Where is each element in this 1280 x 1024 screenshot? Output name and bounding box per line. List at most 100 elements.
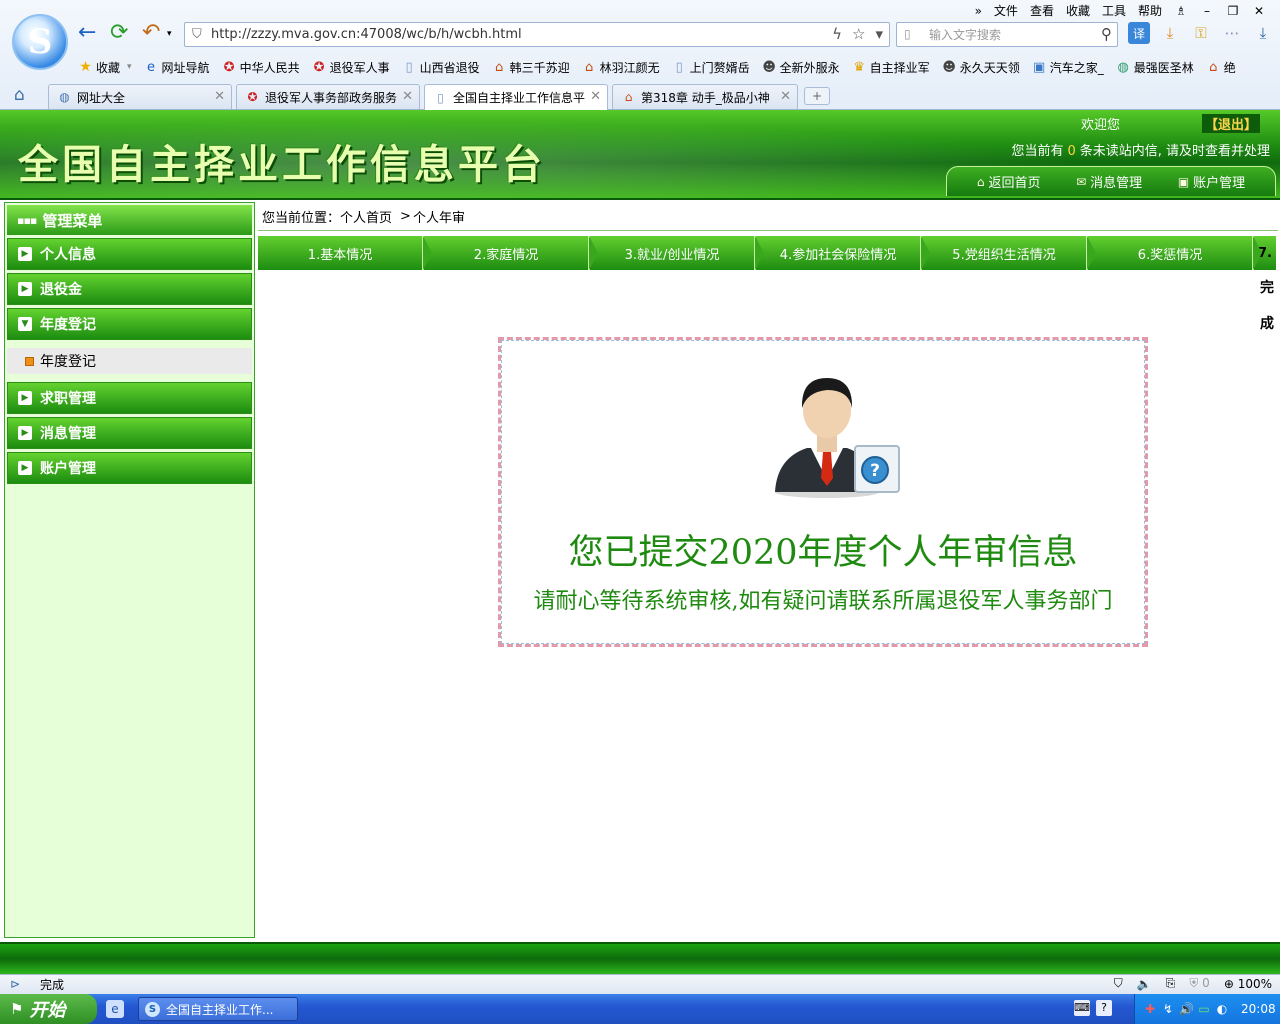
- close-tab-icon[interactable]: ✕: [402, 89, 413, 104]
- volume-icon[interactable]: 🔊: [1179, 1002, 1194, 1016]
- account-icon: ▣: [1177, 174, 1190, 189]
- refresh-icon[interactable]: ⟳: [110, 22, 128, 44]
- favorite-link[interactable]: e 网址导航: [144, 59, 210, 76]
- search-placeholder: 输入文字搜索: [929, 28, 1002, 42]
- sidebar-item-account-management[interactable]: ▶ 账户管理: [7, 452, 252, 484]
- start-button[interactable]: ⚑ 开始: [0, 994, 97, 1024]
- nav-account-link[interactable]: ▣ 账户管理: [1177, 172, 1245, 192]
- unread-notice: 您当前有 0 条未读站内信, 请及时查看并处理: [1011, 144, 1270, 159]
- menu-help[interactable]: 帮助: [1138, 2, 1162, 19]
- site-title: 全国自主择业工作信息平台: [18, 142, 546, 188]
- tab-url-directory[interactable]: ◍ 网址大全 ✕: [48, 84, 232, 109]
- keyboard-icon[interactable]: ⌨: [1074, 1000, 1090, 1016]
- browser-toolbar-icons: 译 ⤓ ⚿ ⋯ ⤓: [1128, 22, 1274, 44]
- sidebar-item-message-management[interactable]: ▶ 消息管理: [7, 417, 252, 449]
- breadcrumb-home-link[interactable]: 个人首页: [340, 207, 392, 226]
- skin-icon[interactable]: ♗: [1174, 4, 1188, 18]
- favorite-link[interactable]: ✪ 退役军人事: [312, 59, 390, 76]
- step-basic-info[interactable]: 1.基本情况: [258, 236, 432, 270]
- favorite-link[interactable]: ☻ 全新外服永: [762, 59, 840, 76]
- close-tab-icon[interactable]: ✕: [214, 89, 225, 104]
- unread-count[interactable]: 0: [1067, 144, 1075, 159]
- close-tab-icon[interactable]: ✕: [780, 89, 791, 104]
- sidebar-subitem-annual-registration[interactable]: 年度登记: [7, 348, 252, 374]
- security-shield-icon: ⛉: [192, 27, 202, 42]
- chevron-down-icon: ▾: [127, 62, 132, 72]
- screenshot-icon[interactable]: ⤓: [1159, 22, 1181, 44]
- home-icon[interactable]: ⌂: [14, 85, 25, 105]
- undo-dropdown-chevron-icon[interactable]: ▾: [167, 29, 172, 39]
- sidebar-item-job-management[interactable]: ▶ 求职管理: [7, 382, 252, 414]
- sidebar-item-retirement-pay[interactable]: ▶ 退役金: [7, 273, 252, 305]
- favorite-link[interactable]: ⌂ 林羽江颜无: [582, 59, 660, 76]
- quick-launch-browser-icon[interactable]: e: [106, 1000, 124, 1018]
- address-dropdown-chevron-icon[interactable]: ▾: [875, 25, 883, 43]
- close-window-icon[interactable]: ✕: [1252, 4, 1266, 18]
- favorite-link[interactable]: ⌂ 绝: [1206, 59, 1236, 76]
- tab-platform-active[interactable]: ▯ 全国自主择业工作信息平 ✕: [424, 84, 608, 110]
- download-icon[interactable]: ⤓: [1252, 22, 1274, 44]
- menu-favorites[interactable]: 收藏: [1066, 2, 1090, 19]
- security-cross-icon[interactable]: ✚: [1143, 1002, 1157, 1016]
- logout-link[interactable]: 【退出】: [1201, 114, 1260, 133]
- network-icon[interactable]: ↯: [1161, 1002, 1175, 1016]
- security-check-icon[interactable]: ⛉: [1114, 976, 1123, 991]
- address-bar[interactable]: ⛉ http://zzzy.mva.gov.cn:47008/wc/b/h/wc…: [184, 22, 890, 47]
- favorite-label: 中华人民共: [239, 60, 300, 75]
- user-tray-icon[interactable]: ◐: [1215, 1002, 1229, 1016]
- favorite-label: 全新外服永: [779, 60, 840, 75]
- site-footer: [0, 942, 1280, 974]
- back-arrow-icon[interactable]: ←: [78, 22, 96, 44]
- sidebar-item-annual-registration[interactable]: ▼ 年度登记: [7, 308, 252, 340]
- search-icon[interactable]: ⚲: [1101, 25, 1112, 43]
- close-tab-icon[interactable]: ✕: [590, 89, 601, 104]
- tab-veterans-service[interactable]: ✪ 退役军人事务部政务服务 ✕: [236, 84, 420, 109]
- favorite-link[interactable]: ▣ 汽车之家_: [1032, 59, 1104, 76]
- favorite-link[interactable]: ✪ 中华人民共: [222, 59, 300, 76]
- step-party-life-info[interactable]: 5.党组织生活情况: [922, 236, 1096, 270]
- translate-icon[interactable]: 译: [1128, 22, 1150, 44]
- ad-block-icon[interactable]: ⛨ 0: [1189, 976, 1209, 991]
- fast-mode-lightning-icon[interactable]: ϟ: [832, 25, 842, 43]
- menu-file[interactable]: 文件: [994, 2, 1018, 19]
- sound-icon[interactable]: 🔈: [1137, 977, 1152, 991]
- favorite-link[interactable]: ⌂ 韩三千苏迎: [492, 59, 570, 76]
- step-employment-info[interactable]: 3.就业/创业情况: [590, 236, 764, 270]
- minimize-icon[interactable]: –: [1200, 4, 1214, 18]
- step-rewards-info[interactable]: 6.奖惩情况: [1088, 236, 1262, 270]
- chevron-right-icon: ▶: [18, 426, 32, 440]
- key-icon[interactable]: ⚿: [1190, 22, 1212, 44]
- step-social-insurance-info[interactable]: 4.参加社会保险情况: [756, 236, 930, 270]
- new-tab-button[interactable]: +: [804, 87, 830, 105]
- zoom-control[interactable]: ⊕ 100%: [1224, 977, 1272, 991]
- nav-home-link[interactable]: ⌂ 返回首页: [977, 172, 1041, 192]
- restore-icon[interactable]: ❐: [1226, 4, 1240, 18]
- bookmark-star-icon[interactable]: ☆: [852, 25, 865, 43]
- menu-view[interactable]: 查看: [1030, 2, 1054, 19]
- favorite-link[interactable]: ▯ 山西省退役: [402, 59, 480, 76]
- help-icon[interactable]: ?: [1096, 1000, 1112, 1016]
- battery-icon[interactable]: ▭: [1197, 1002, 1211, 1016]
- search-input[interactable]: ▯ 输入文字搜索 ⚲: [896, 22, 1118, 47]
- address-url[interactable]: http://zzzy.mva.gov.cn:47008/wc/b/h/wcbh…: [211, 27, 522, 42]
- favorite-link[interactable]: ▯ 上门赘婿岳: [672, 59, 750, 76]
- windows-flag-icon: ⚑: [10, 1000, 24, 1018]
- step-family-info[interactable]: 2.家庭情况: [424, 236, 598, 270]
- favorite-link[interactable]: ♛ 自主择业军: [852, 59, 929, 76]
- menu-tools[interactable]: 工具: [1102, 2, 1126, 19]
- favorite-link[interactable]: ◍ 最强医圣林: [1116, 59, 1194, 76]
- favorites-menu[interactable]: ★ 收藏 ▾: [78, 59, 132, 76]
- nav-messages-link[interactable]: ✉ 消息管理: [1076, 172, 1142, 192]
- search-engine-icon[interactable]: ▯: [904, 27, 911, 41]
- device-icon[interactable]: ⎘: [1166, 976, 1176, 991]
- undo-close-icon[interactable]: ↶: [142, 22, 160, 44]
- tab-novel-chapter[interactable]: ⌂ 第318章 动手_极品小神 ✕: [612, 84, 798, 109]
- menu-more-icon[interactable]: »: [975, 4, 982, 18]
- favorite-link[interactable]: ☻ 永久天天领: [942, 59, 1019, 76]
- sidebar-item-personal-info[interactable]: ▶ 个人信息: [7, 238, 252, 270]
- taskbar-window-button[interactable]: S 全国自主择业工作...: [138, 997, 298, 1021]
- sidebar-toggle-icon[interactable]: ⊳: [10, 977, 20, 991]
- browser-logo-icon[interactable]: S: [12, 14, 68, 70]
- more-tools-icon[interactable]: ⋯: [1221, 22, 1243, 44]
- browser-logo-icon: S: [145, 1001, 160, 1017]
